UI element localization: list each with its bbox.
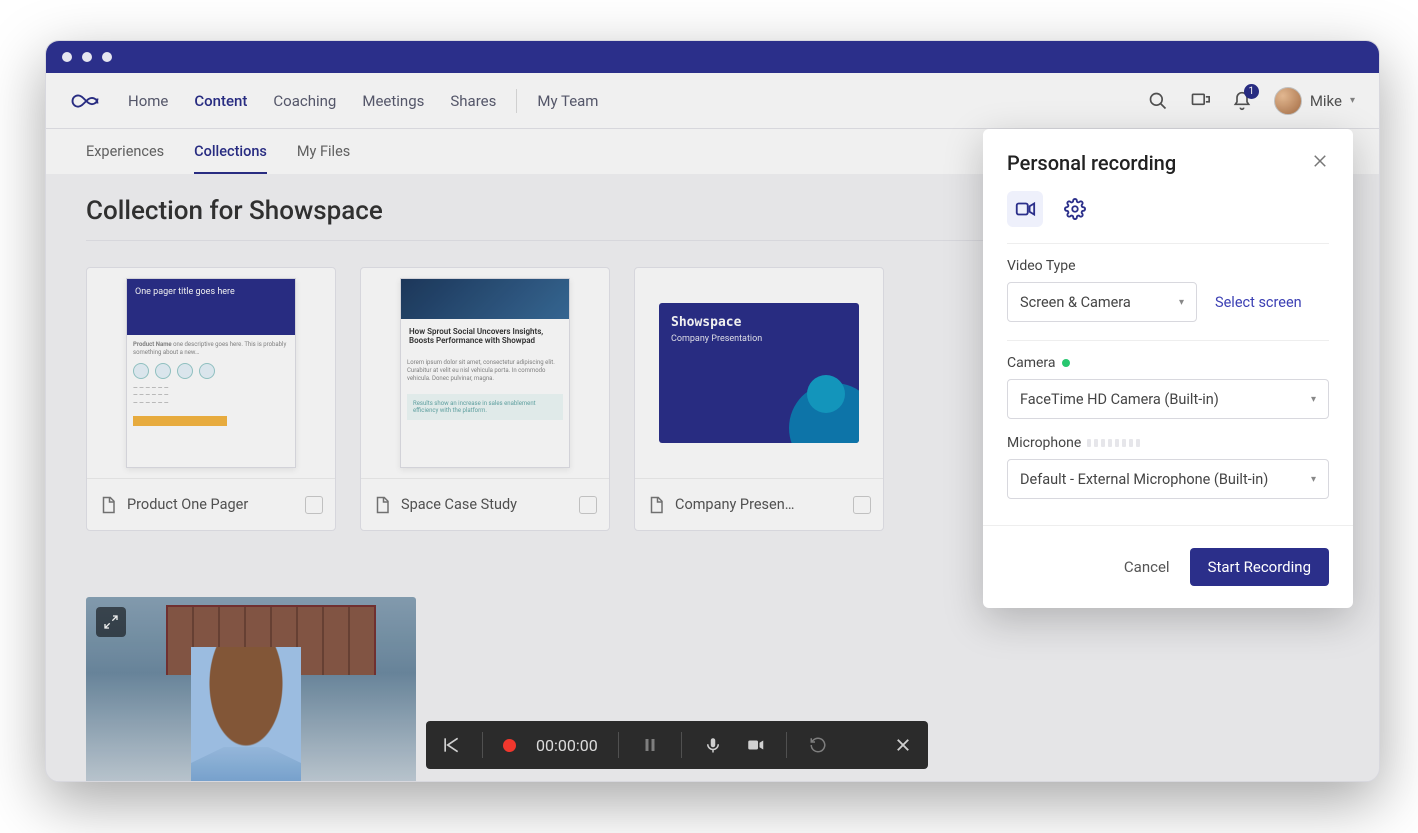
close-icon[interactable] — [892, 734, 914, 756]
tab-experiences[interactable]: Experiences — [86, 143, 164, 174]
nav-divider — [516, 89, 517, 113]
camera-active-dot — [1062, 359, 1070, 367]
pdf-icon — [647, 496, 665, 514]
video-type-value: Screen & Camera — [1020, 294, 1131, 311]
card-checkbox[interactable] — [305, 496, 323, 514]
card-thumb: How Sprout Social Uncovers Insights, Boo… — [361, 268, 609, 478]
chevron-down-icon: ▾ — [1311, 394, 1316, 405]
page-title: Collection for Showspace — [86, 196, 383, 226]
nav-meetings[interactable]: Meetings — [362, 92, 424, 110]
pause-icon[interactable] — [639, 734, 661, 756]
nav-links: Home Content Coaching Meetings Shares My… — [128, 89, 598, 113]
nav-home[interactable]: Home — [128, 92, 168, 110]
nav-content[interactable]: Content — [194, 92, 247, 110]
restart-icon[interactable] — [807, 734, 829, 756]
thumb-title: One pager title goes here — [127, 279, 295, 335]
nav-icons: 1 Mike ▾ — [1148, 87, 1355, 115]
window-zoom-icon[interactable] — [102, 52, 112, 62]
mode-settings-icon[interactable] — [1057, 191, 1093, 227]
card-checkbox[interactable] — [579, 496, 597, 514]
cancel-button[interactable]: Cancel — [1124, 558, 1170, 576]
nav-coaching[interactable]: Coaching — [273, 92, 336, 110]
select-screen-link[interactable]: Select screen — [1215, 294, 1302, 311]
card-label: Product One Pager — [127, 496, 295, 513]
thumb-title: Showspace — [671, 315, 847, 330]
thumb-title: How Sprout Social Uncovers Insights, Boo… — [409, 327, 561, 345]
user-menu[interactable]: Mike ▾ — [1274, 87, 1355, 115]
panel-title: Personal recording — [1007, 151, 1176, 175]
recording-time: 00:00:00 — [536, 736, 598, 755]
search-icon[interactable] — [1148, 91, 1168, 111]
thumb-sub: Company Presentation — [671, 334, 847, 344]
chevron-down-icon: ▾ — [1179, 297, 1184, 308]
card-product-one-pager[interactable]: One pager title goes here Product Name o… — [86, 267, 336, 531]
card-label: Company Presen… — [675, 496, 843, 513]
user-name: Mike — [1310, 92, 1342, 110]
app-logo[interactable] — [70, 91, 100, 111]
personal-recording-panel: Personal recording Video Type Screen — [983, 129, 1353, 608]
card-thumb: One pager title goes here Product Name o… — [87, 268, 335, 478]
window-minimize-icon[interactable] — [82, 52, 92, 62]
app-window: Home Content Coaching Meetings Shares My… — [45, 40, 1380, 782]
camera-preview — [86, 597, 416, 782]
close-icon[interactable] — [1311, 152, 1329, 174]
chevron-down-icon: ▾ — [1350, 95, 1355, 106]
nav-shares[interactable]: Shares — [450, 92, 496, 110]
card-label: Space Case Study — [401, 496, 569, 513]
nav-my-team[interactable]: My Team — [537, 92, 598, 110]
title-bar — [46, 41, 1379, 73]
notification-icon[interactable]: 1 — [1232, 91, 1252, 111]
card-company-presentation[interactable]: Showspace Company Presentation Company P… — [634, 267, 884, 531]
microphone-select[interactable]: Default - External Microphone (Built-in)… — [1007, 459, 1329, 499]
notification-badge: 1 — [1244, 84, 1259, 99]
camera-select[interactable]: FaceTime HD Camera (Built-in) ▾ — [1007, 379, 1329, 419]
mic-level-meter — [1087, 439, 1140, 447]
video-type-select[interactable]: Screen & Camera ▾ — [1007, 282, 1197, 322]
rewind-start-icon[interactable] — [440, 734, 462, 756]
tab-my-files[interactable]: My Files — [297, 143, 350, 174]
recording-toolbar: 00:00:00 — [426, 721, 928, 769]
avatar — [1274, 87, 1302, 115]
present-icon[interactable] — [1190, 91, 1210, 111]
window-close-icon[interactable] — [62, 52, 72, 62]
card-thumb: Showspace Company Presentation — [635, 268, 883, 478]
camera-value: FaceTime HD Camera (Built-in) — [1020, 391, 1219, 408]
tab-collections[interactable]: Collections — [194, 143, 267, 174]
expand-icon[interactable] — [96, 607, 126, 637]
card-space-case-study[interactable]: How Sprout Social Uncovers Insights, Boo… — [360, 267, 610, 531]
record-icon[interactable] — [503, 739, 516, 752]
thumb-sub: Product Name — [133, 341, 172, 348]
chevron-down-icon: ▾ — [1311, 474, 1316, 485]
pdf-icon — [99, 496, 117, 514]
pdf-icon — [373, 496, 391, 514]
camera-icon[interactable] — [744, 734, 766, 756]
camera-label: Camera — [1007, 355, 1056, 371]
card-checkbox[interactable] — [853, 496, 871, 514]
top-nav: Home Content Coaching Meetings Shares My… — [46, 73, 1379, 129]
microphone-value: Default - External Microphone (Built-in) — [1020, 471, 1268, 488]
preview-person — [191, 647, 301, 777]
microphone-label: Microphone — [1007, 435, 1081, 451]
video-type-label: Video Type — [1007, 258, 1329, 274]
app-body: Home Content Coaching Meetings Shares My… — [46, 73, 1379, 781]
start-recording-button[interactable]: Start Recording — [1190, 548, 1329, 586]
mode-video-icon[interactable] — [1007, 191, 1043, 227]
microphone-icon[interactable] — [702, 734, 724, 756]
